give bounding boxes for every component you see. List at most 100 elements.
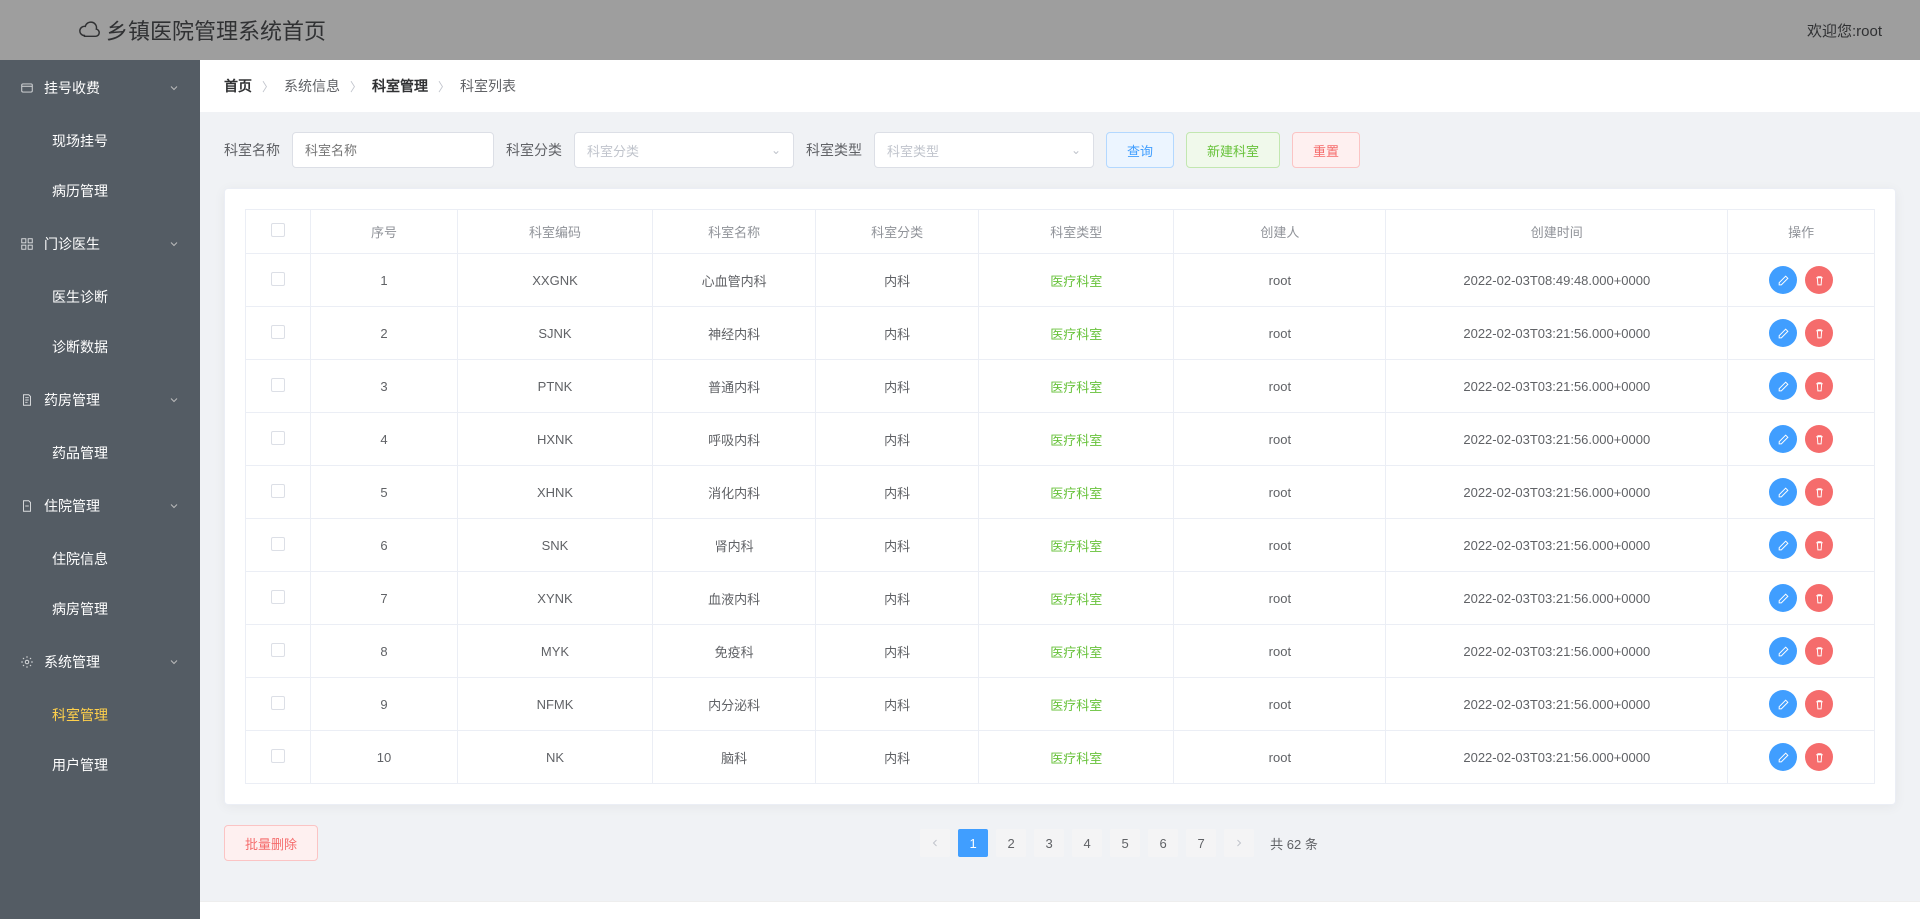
dept-type-select[interactable]: 科室类型 ⌄ — [874, 132, 1094, 168]
cell-time: 2022-02-03T03:21:56.000+0000 — [1386, 360, 1728, 413]
edit-button[interactable] — [1769, 637, 1797, 665]
cloud-icon — [78, 19, 100, 41]
sidebar-item-2-0[interactable]: 药品管理 — [0, 428, 200, 478]
chevron-down-icon — [168, 394, 180, 406]
dept-category-select[interactable]: 科室分类 ⌄ — [574, 132, 794, 168]
cell-creator: root — [1174, 307, 1386, 360]
cell-category: 内科 — [816, 254, 979, 307]
cell-idx: 9 — [311, 678, 458, 731]
select-all-checkbox[interactable] — [271, 223, 285, 237]
edit-button[interactable] — [1769, 266, 1797, 294]
row-checkbox[interactable] — [271, 272, 285, 286]
delete-button[interactable] — [1805, 478, 1833, 506]
sidebar-group-label: 住院管理 — [44, 496, 100, 516]
row-checkbox[interactable] — [271, 696, 285, 710]
sidebar-group-3[interactable]: 住院管理 — [0, 478, 200, 534]
pagination-page-5[interactable]: 5 — [1110, 829, 1140, 857]
cell-creator: root — [1174, 731, 1386, 784]
menu-group-icon — [20, 237, 34, 251]
delete-button[interactable] — [1805, 372, 1833, 400]
cell-type: 医疗科室 — [979, 254, 1174, 307]
edit-button[interactable] — [1769, 531, 1797, 559]
cell-category: 内科 — [816, 360, 979, 413]
cell-code: SJNK — [457, 307, 652, 360]
batch-delete-button[interactable]: 批量删除 — [224, 825, 318, 861]
cell-time: 2022-02-03T03:21:56.000+0000 — [1386, 307, 1728, 360]
delete-button[interactable] — [1805, 743, 1833, 771]
reset-button[interactable]: 重置 — [1292, 132, 1360, 168]
row-checkbox[interactable] — [271, 749, 285, 763]
row-checkbox[interactable] — [271, 431, 285, 445]
delete-button[interactable] — [1805, 425, 1833, 453]
edit-button[interactable] — [1769, 319, 1797, 347]
edit-button[interactable] — [1769, 372, 1797, 400]
pagination-page-1[interactable]: 1 — [958, 829, 988, 857]
sidebar-item-0-0[interactable]: 现场挂号 — [0, 116, 200, 166]
cell-category: 内科 — [816, 625, 979, 678]
query-button[interactable]: 查询 — [1106, 132, 1174, 168]
sidebar-group-0[interactable]: 挂号收费 — [0, 60, 200, 116]
sidebar-item-4-0[interactable]: 科室管理 — [0, 690, 200, 740]
row-checkbox[interactable] — [271, 537, 285, 551]
cell-creator: root — [1174, 413, 1386, 466]
sidebar-item-0-1[interactable]: 病历管理 — [0, 166, 200, 216]
cell-time: 2022-02-03T08:49:48.000+0000 — [1386, 254, 1728, 307]
row-checkbox[interactable] — [271, 643, 285, 657]
chevron-down-icon — [168, 238, 180, 250]
menu-group-icon — [20, 393, 34, 407]
pagination-next[interactable] — [1224, 829, 1254, 857]
cell-code: MYK — [457, 625, 652, 678]
delete-button[interactable] — [1805, 637, 1833, 665]
row-checkbox[interactable] — [271, 378, 285, 392]
th-2: 科室名称 — [653, 210, 816, 254]
cell-name: 血液内科 — [653, 572, 816, 625]
edit-button[interactable] — [1769, 584, 1797, 612]
sidebar-item-1-1[interactable]: 诊断数据 — [0, 322, 200, 372]
sidebar-item-1-0[interactable]: 医生诊断 — [0, 272, 200, 322]
menu-group-icon — [20, 81, 34, 95]
table-row: 1XXGNK心血管内科内科医疗科室root2022-02-03T08:49:48… — [246, 254, 1875, 307]
sidebar-group-2[interactable]: 药房管理 — [0, 372, 200, 428]
sidebar-group-label: 药房管理 — [44, 390, 100, 410]
sidebar-group-label: 门诊医生 — [44, 234, 100, 254]
breadcrumb-item-1[interactable]: 系统信息 — [284, 76, 340, 96]
row-checkbox[interactable] — [271, 590, 285, 604]
main-content: 首页〉系统信息〉科室管理〉科室列表 科室名称 科室分类 科室分类 ⌄ 科室类型 … — [200, 60, 1920, 919]
delete-button[interactable] — [1805, 531, 1833, 559]
row-checkbox[interactable] — [271, 484, 285, 498]
delete-button[interactable] — [1805, 266, 1833, 294]
breadcrumb-item-0[interactable]: 首页 — [224, 76, 252, 96]
edit-button[interactable] — [1769, 478, 1797, 506]
cell-time: 2022-02-03T03:21:56.000+0000 — [1386, 519, 1728, 572]
sidebar: 挂号收费现场挂号病历管理门诊医生医生诊断诊断数据药房管理药品管理住院管理住院信息… — [0, 60, 200, 919]
cell-time: 2022-02-03T03:21:56.000+0000 — [1386, 413, 1728, 466]
sidebar-item-3-0[interactable]: 住院信息 — [0, 534, 200, 584]
sidebar-item-3-1[interactable]: 病房管理 — [0, 584, 200, 634]
edit-button[interactable] — [1769, 690, 1797, 718]
edit-button[interactable] — [1769, 743, 1797, 771]
cell-idx: 5 — [311, 466, 458, 519]
table-row: 7XYNK血液内科内科医疗科室root2022-02-03T03:21:56.0… — [246, 572, 1875, 625]
cell-creator: root — [1174, 254, 1386, 307]
delete-button[interactable] — [1805, 584, 1833, 612]
row-checkbox[interactable] — [271, 325, 285, 339]
sidebar-group-1[interactable]: 门诊医生 — [0, 216, 200, 272]
pagination-page-2[interactable]: 2 — [996, 829, 1026, 857]
cell-idx: 10 — [311, 731, 458, 784]
pagination-prev[interactable] — [920, 829, 950, 857]
cell-creator: root — [1174, 572, 1386, 625]
pagination-page-6[interactable]: 6 — [1148, 829, 1178, 857]
delete-button[interactable] — [1805, 319, 1833, 347]
pagination-page-3[interactable]: 3 — [1034, 829, 1064, 857]
dept-type-placeholder: 科室类型 — [887, 141, 939, 160]
sidebar-group-4[interactable]: 系统管理 — [0, 634, 200, 690]
delete-button[interactable] — [1805, 690, 1833, 718]
sidebar-item-4-1[interactable]: 用户管理 — [0, 740, 200, 790]
edit-button[interactable] — [1769, 425, 1797, 453]
cell-type: 医疗科室 — [979, 625, 1174, 678]
create-button[interactable]: 新建科室 — [1186, 132, 1280, 168]
pagination-page-4[interactable]: 4 — [1072, 829, 1102, 857]
breadcrumb-item-2[interactable]: 科室管理 — [372, 76, 428, 96]
dept-name-input[interactable] — [292, 132, 494, 168]
pagination-page-7[interactable]: 7 — [1186, 829, 1216, 857]
